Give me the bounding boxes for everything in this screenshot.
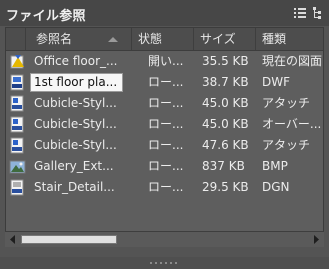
scrollbar-thumb[interactable] — [21, 235, 117, 244]
header-size[interactable]: サイズ — [194, 28, 256, 50]
dgn-file-icon — [9, 179, 26, 196]
reference-status: ロー... — [148, 159, 184, 173]
reference-size: 35.5 KB — [202, 54, 249, 68]
list-view-icon[interactable] — [292, 5, 308, 21]
header-reference-name[interactable]: 参照名 — [26, 28, 132, 50]
reference-status: ロー... — [148, 96, 184, 110]
sort-ascending-icon — [108, 37, 118, 42]
reference-status: ロー... — [148, 180, 184, 194]
reference-name: Cubicle-Styl... — [34, 117, 117, 131]
header-type[interactable]: 種類 — [256, 28, 323, 50]
reference-name: 1st floor pla... — [34, 75, 118, 89]
reference-size: 29.5 KB — [202, 180, 249, 194]
reference-size: 38.7 KB — [202, 75, 249, 89]
file-references-palette: ファイル参照 参照名 状態 サイズ 種類 Office floor_... 開い… — [0, 0, 329, 264]
reference-name: Cubicle-Styl... — [34, 96, 117, 110]
reference-name: Gallery_Ext... — [34, 159, 114, 173]
table-row[interactable]: Gallery_Ext... ロー... 837 KB BMP — [6, 156, 323, 177]
header-reference-name-label: 参照名 — [36, 32, 73, 46]
reference-type: オーバー... — [262, 117, 322, 131]
dwg-xref-icon — [9, 95, 26, 112]
horizontal-scrollbar[interactable] — [5, 231, 324, 247]
scroll-right-icon[interactable] — [308, 232, 324, 247]
reference-type: DGN — [262, 180, 290, 194]
reference-name: Office floor_... — [34, 54, 118, 68]
reference-type: DWF — [262, 75, 291, 89]
reference-name: Stair_Detail... — [34, 180, 115, 194]
image-file-icon — [9, 158, 26, 175]
dwg-current-drawing-icon — [9, 53, 26, 70]
reference-type: アタッチ — [262, 96, 311, 110]
header-status[interactable]: 状態 — [132, 28, 194, 50]
header-size-label: サイズ — [200, 32, 236, 46]
header-type-label: 種類 — [262, 32, 287, 46]
reference-name: Cubicle-Styl... — [34, 138, 117, 152]
header-icon-column — [6, 28, 26, 50]
dwg-xref-icon — [9, 137, 26, 154]
reference-size: 45.0 KB — [202, 117, 249, 131]
dwf-file-icon — [9, 74, 26, 91]
reference-size: 837 KB — [202, 159, 245, 173]
tree-view-icon[interactable] — [311, 5, 327, 21]
dwg-xref-icon — [9, 116, 26, 133]
reference-type: アタッチ — [262, 138, 311, 152]
table-row-selected[interactable]: 1st floor pla... ロー... 38.7 KB DWF — [6, 72, 323, 93]
list-header: 参照名 状態 サイズ 種類 — [6, 28, 323, 51]
reference-status: ロー... — [148, 138, 184, 152]
reference-status: ロー... — [148, 117, 184, 131]
reference-size: 47.6 KB — [202, 138, 249, 152]
reference-type: 現在の図面 — [262, 54, 323, 68]
reference-status: 開い... — [148, 54, 184, 68]
table-row[interactable]: Cubicle-Styl... ロー... 45.0 KB オーバー... — [6, 114, 323, 135]
table-row[interactable]: Stair_Detail... ロー... 29.5 KB DGN — [6, 177, 323, 198]
reference-status: ロー... — [148, 75, 184, 89]
table-row[interactable]: Cubicle-Styl... ロー... 47.6 KB アタッチ — [6, 135, 323, 156]
reference-type: BMP — [262, 159, 288, 173]
header-status-label: 状態 — [138, 32, 163, 46]
reference-size: 45.0 KB — [202, 96, 249, 110]
table-row[interactable]: Office floor_... 開い... 35.5 KB 現在の図面 — [6, 51, 323, 72]
resize-grip-icon[interactable] — [148, 250, 178, 264]
reference-name-edit-field[interactable]: 1st floor pla... — [30, 73, 123, 92]
palette-title: ファイル参照 — [6, 9, 86, 24]
palette-titlebar: ファイル参照 — [0, 0, 329, 26]
scroll-left-icon[interactable] — [5, 232, 21, 247]
table-row[interactable]: Cubicle-Styl... ロー... 45.0 KB アタッチ — [6, 93, 323, 114]
file-references-list[interactable]: 参照名 状態 サイズ 種類 Office floor_... 開い... 35.… — [5, 27, 324, 247]
